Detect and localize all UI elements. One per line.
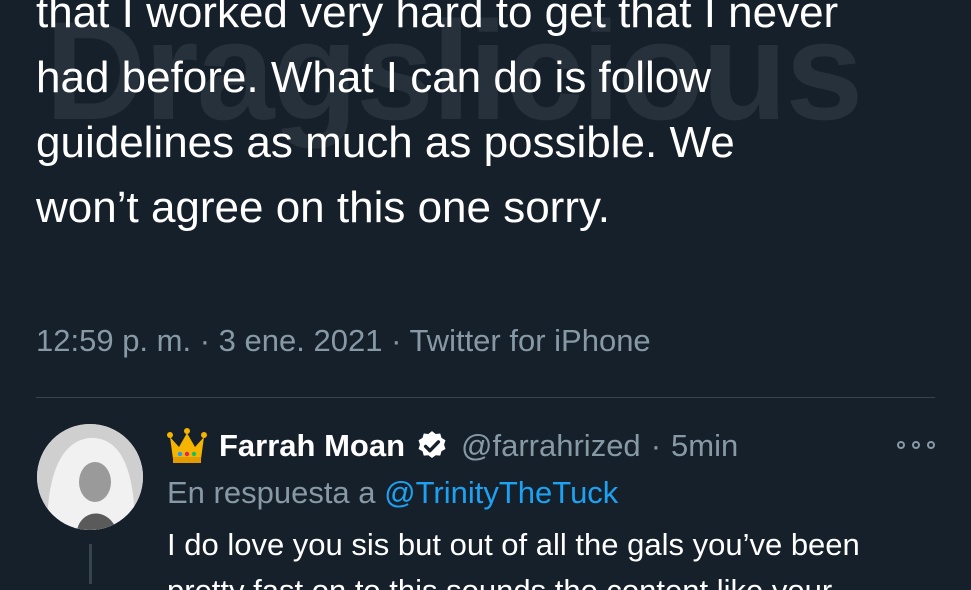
tweet-text-line: guidelines as much as possible. We — [36, 118, 735, 167]
verified-badge-icon — [418, 431, 446, 459]
more-dot — [927, 441, 935, 449]
reply-text: I do love you sis but out of all the gal… — [167, 522, 927, 590]
tweet-text-line: had before. What I can do is follow — [36, 53, 712, 102]
avatar[interactable] — [37, 424, 143, 530]
more-options-icon[interactable] — [897, 438, 935, 452]
thread-line — [89, 544, 92, 584]
tweet-source[interactable]: Twitter for iPhone — [409, 323, 650, 358]
meta-separator: · — [199, 323, 211, 358]
tweet-date[interactable]: 3 ene. 2021 — [219, 323, 383, 358]
more-dot — [912, 441, 920, 449]
reply-text-line: I do love you sis but out of all the gal… — [167, 527, 860, 562]
reply-text-line: pretty fast on to this sounds the conten… — [167, 568, 927, 590]
reply-time[interactable]: 5min — [671, 428, 738, 464]
crown-icon — [167, 428, 207, 463]
tweet-text: that I worked very hard to get that I ne… — [36, 0, 956, 240]
tweet-time[interactable]: 12:59 p. m. — [36, 323, 191, 358]
replying-to: En respuesta a @TrinityTheTuck — [167, 475, 618, 511]
reply-header: Farrah Moan @farrahrized · 5min — [167, 424, 738, 468]
replying-prefix: En respuesta a — [167, 475, 376, 510]
divider — [36, 397, 935, 398]
more-dot — [897, 441, 905, 449]
mention-link[interactable]: @TrinityTheTuck — [384, 475, 618, 510]
tweet-text-line: that I worked very hard to get that I ne… — [36, 0, 839, 37]
meta-separator: · — [391, 323, 402, 358]
profile-photo-icon — [37, 424, 143, 530]
display-name[interactable]: Farrah Moan — [219, 428, 405, 464]
header-separator: · — [650, 428, 662, 463]
tweet-metadata: 12:59 p. m. · 3 ene. 2021 · Twitter for … — [36, 323, 651, 359]
tweet-text-line: won’t agree on this one sorry. — [36, 183, 610, 232]
user-handle[interactable]: @farrahrized — [461, 428, 641, 464]
